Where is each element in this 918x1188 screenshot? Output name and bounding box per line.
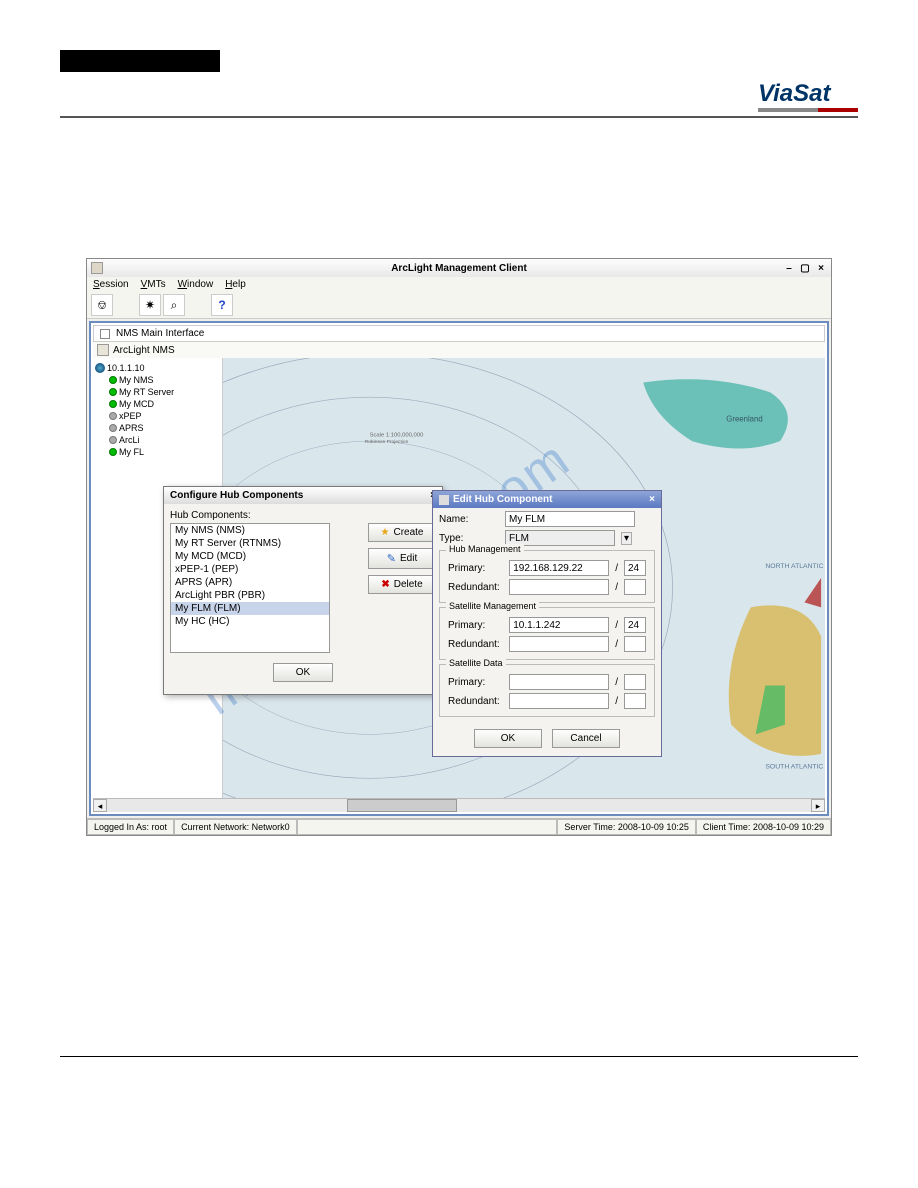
close-icon[interactable]: × bbox=[815, 262, 827, 274]
brand-logo: ViaSat bbox=[758, 80, 858, 112]
menu-help[interactable]: Help bbox=[225, 279, 246, 290]
create-button[interactable]: ★Create bbox=[368, 523, 436, 542]
toolbar-btn-3[interactable]: ⌕ bbox=[163, 294, 185, 316]
status-network: Current Network: Network0 bbox=[174, 819, 297, 835]
tree-node[interactable]: xPEP bbox=[95, 410, 220, 422]
status-dot-icon bbox=[109, 448, 117, 456]
tree-node[interactable]: ArcLi bbox=[95, 434, 220, 446]
name-input[interactable] bbox=[505, 511, 635, 527]
delete-button[interactable]: ✖Delete bbox=[368, 575, 436, 594]
tree-node[interactable]: My NMS bbox=[95, 374, 220, 386]
configure-hub-dialog: Configure Hub Components × Hub Component… bbox=[163, 486, 443, 695]
hub-primary-mask[interactable] bbox=[624, 560, 646, 576]
status-client-time: Client Time: 2008-10-09 10:29 bbox=[696, 819, 831, 835]
status-dot-icon bbox=[109, 412, 117, 420]
status-dot-icon bbox=[109, 436, 117, 444]
menu-session[interactable]: Session bbox=[93, 279, 129, 290]
list-item[interactable]: My MCD (MCD) bbox=[171, 550, 329, 563]
doc-header-blackbar bbox=[60, 50, 220, 72]
list-item[interactable]: xPEP-1 (PEP) bbox=[171, 563, 329, 576]
java-icon bbox=[439, 495, 449, 505]
list-item[interactable]: ArcLight PBR (PBR) bbox=[171, 589, 329, 602]
footer-rule bbox=[60, 1056, 858, 1057]
subpanel-arclight: ArcLight NMS bbox=[93, 342, 825, 358]
hub-redundant-mask[interactable] bbox=[624, 579, 646, 595]
star-icon: ★ bbox=[381, 527, 390, 538]
dialog-title: Edit Hub Component bbox=[453, 494, 552, 505]
toolbar-btn-1[interactable]: ⎊ bbox=[91, 294, 113, 316]
svg-text:NORTH ATLANTIC OCEAN: NORTH ATLANTIC OCEAN bbox=[765, 563, 825, 570]
svg-text:Robinson Projection: Robinson Projection bbox=[365, 439, 409, 445]
status-dot-icon bbox=[109, 388, 117, 396]
sat-data-primary-ip[interactable] bbox=[509, 674, 609, 690]
type-label: Type: bbox=[439, 533, 499, 544]
svg-text:SOUTH ATLANTIC OCEAN: SOUTH ATLANTIC OCEAN bbox=[765, 764, 825, 771]
sat-data-label: Satellite Data bbox=[446, 658, 506, 668]
window-titlebar: ArcLight Management Client – ▢ × bbox=[87, 259, 831, 277]
app-window: ArcLight Management Client – ▢ × Session… bbox=[86, 258, 832, 836]
svg-text:Greenland: Greenland bbox=[726, 415, 762, 424]
ok-button[interactable]: OK bbox=[273, 663, 333, 682]
sat-mgmt-primary-ip[interactable] bbox=[509, 617, 609, 633]
list-item[interactable]: My NMS (NMS) bbox=[171, 524, 329, 537]
statusbar: Logged In As: root Current Network: Netw… bbox=[87, 818, 831, 835]
cancel-button[interactable]: Cancel bbox=[552, 729, 620, 748]
status-server-time: Server Time: 2008-10-09 10:25 bbox=[557, 819, 696, 835]
scroll-right-arrow[interactable]: ▸ bbox=[811, 799, 825, 812]
app-icon bbox=[91, 262, 103, 274]
horizontal-scrollbar[interactable]: ◂ ▸ bbox=[93, 798, 825, 812]
toolbar: ⎊ ✷ ⌕ ? bbox=[87, 292, 831, 319]
window-title: ArcLight Management Client bbox=[391, 263, 527, 274]
scroll-left-arrow[interactable]: ◂ bbox=[93, 799, 107, 812]
tree-node[interactable]: My MCD bbox=[95, 398, 220, 410]
chevron-down-icon[interactable]: ▾ bbox=[621, 532, 632, 545]
menu-window[interactable]: Window bbox=[178, 279, 214, 290]
hub-redundant-ip[interactable] bbox=[509, 579, 609, 595]
scroll-thumb[interactable] bbox=[347, 799, 457, 812]
hub-list-label: Hub Components: bbox=[170, 510, 436, 521]
sat-data-primary-mask[interactable] bbox=[624, 674, 646, 690]
hub-mgmt-label: Hub Management bbox=[446, 544, 524, 554]
list-item[interactable]: My RT Server (RTNMS) bbox=[171, 537, 329, 550]
toolbar-btn-2[interactable]: ✷ bbox=[139, 294, 161, 316]
hub-components-list[interactable]: My NMS (NMS)My RT Server (RTNMS)My MCD (… bbox=[170, 523, 330, 653]
dialog-title: Configure Hub Components bbox=[170, 490, 303, 501]
sat-mgmt-redundant-mask[interactable] bbox=[624, 636, 646, 652]
sat-mgmt-primary-mask[interactable] bbox=[624, 617, 646, 633]
sat-data-redundant-mask[interactable] bbox=[624, 693, 646, 709]
close-icon[interactable]: × bbox=[649, 494, 655, 505]
menu-vmts[interactable]: VMTs bbox=[141, 279, 166, 290]
list-item[interactable]: My HC (HC) bbox=[171, 615, 329, 628]
status-login: Logged In As: root bbox=[87, 819, 174, 835]
tree-root[interactable]: 10.1.1.10 bbox=[95, 362, 220, 374]
sat-mgmt-label: Satellite Management bbox=[446, 601, 539, 611]
edit-hub-dialog: Edit Hub Component × Name: Type: ▾ Hub M… bbox=[432, 490, 662, 757]
name-label: Name: bbox=[439, 514, 499, 525]
tree-node[interactable]: APRS bbox=[95, 422, 220, 434]
list-item[interactable]: My FLM (FLM) bbox=[171, 602, 329, 615]
ok-button[interactable]: OK bbox=[474, 729, 542, 748]
subpanel-nms: NMS Main Interface bbox=[93, 325, 825, 342]
sat-data-redundant-ip[interactable] bbox=[509, 693, 609, 709]
toolbar-help-btn[interactable]: ? bbox=[211, 294, 233, 316]
tree-node[interactable]: My RT Server bbox=[95, 386, 220, 398]
tree-node[interactable]: My FL bbox=[95, 446, 220, 458]
delete-x-icon: ✖ bbox=[381, 579, 389, 590]
pencil-icon: ✎ bbox=[387, 552, 396, 565]
hub-primary-ip[interactable] bbox=[509, 560, 609, 576]
sat-mgmt-redundant-ip[interactable] bbox=[509, 636, 609, 652]
earth-icon bbox=[95, 363, 105, 373]
status-dot-icon bbox=[109, 400, 117, 408]
minimize-icon[interactable]: – bbox=[783, 262, 795, 274]
status-dot-icon bbox=[109, 424, 117, 432]
svg-text:Scale 1:100,000,000: Scale 1:100,000,000 bbox=[370, 432, 424, 438]
status-dot-icon bbox=[109, 376, 117, 384]
list-item[interactable]: APRS (APR) bbox=[171, 576, 329, 589]
menubar: Session VMTs Window Help bbox=[87, 277, 831, 292]
edit-button[interactable]: ✎Edit bbox=[368, 548, 436, 569]
maximize-icon[interactable]: ▢ bbox=[799, 262, 811, 274]
